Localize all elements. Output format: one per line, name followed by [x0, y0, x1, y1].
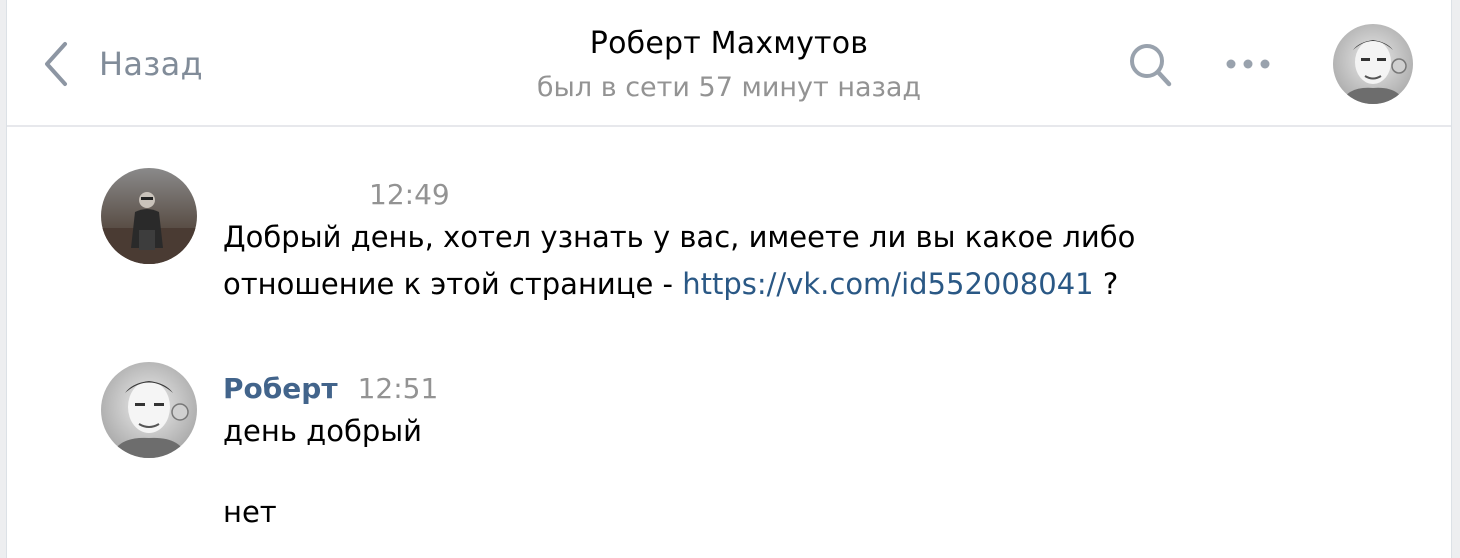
avatar[interactable]: [101, 168, 197, 264]
chat-panel: Назад Роберт Махмутов был в сети 57 мину…: [6, 0, 1452, 558]
message-line: Добрый день, хотел узнать у вас, имеете …: [223, 220, 1136, 254]
header-avatar[interactable]: [1333, 24, 1413, 104]
more-icon: [1223, 59, 1273, 86]
avatar[interactable]: [101, 362, 197, 458]
more-button[interactable]: [1223, 46, 1273, 86]
message-text: день добрый нет: [223, 408, 1323, 536]
message-body: Роберт 12:51 день добрый нет: [223, 362, 1323, 536]
message-meta: 12:49: [223, 174, 1323, 214]
message-body: 12:49 Добрый день, хотел узнать у вас, и…: [223, 168, 1323, 308]
message-text: Добрый день, хотел узнать у вас, имеете …: [223, 214, 1323, 308]
message-meta: Роберт 12:51: [223, 368, 1323, 408]
message-author[interactable]: Роберт: [223, 372, 338, 405]
search-button[interactable]: [1127, 40, 1175, 94]
message-line: день добрый: [223, 414, 422, 448]
message-time[interactable]: 12:49: [369, 178, 450, 211]
chat-header: Назад Роберт Махмутов был в сети 57 мину…: [7, 0, 1451, 127]
message-line: нет: [223, 495, 277, 529]
message-text-fragment: отношение к этой странице -: [223, 267, 683, 301]
message-text-fragment: ?: [1093, 267, 1119, 301]
message-time[interactable]: 12:51: [358, 372, 439, 405]
search-icon: [1127, 44, 1175, 94]
message-line: отношение к этой странице - https://vk.c…: [223, 261, 1323, 308]
profile-link[interactable]: https://vk.com/id552008041: [682, 267, 1093, 301]
